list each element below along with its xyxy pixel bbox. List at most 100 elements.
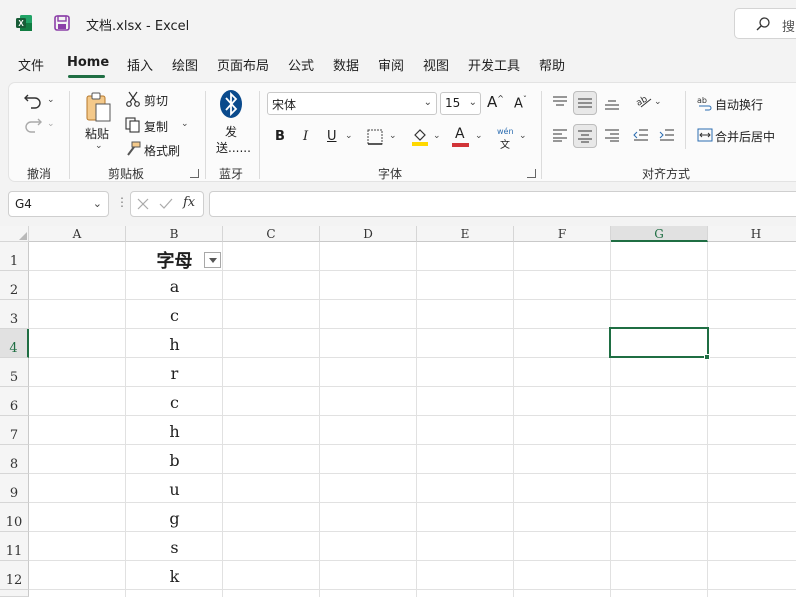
fill-color-dropdown-icon[interactable]: ⌄ bbox=[433, 131, 441, 141]
cancel-icon[interactable] bbox=[137, 198, 149, 210]
increase-indent-icon[interactable] bbox=[659, 128, 675, 142]
align-middle-button[interactable] bbox=[573, 91, 597, 115]
copy-dropdown-icon[interactable]: ⌄ bbox=[181, 119, 189, 129]
tab-page-layout[interactable]: 页面布局 bbox=[217, 55, 269, 74]
formula-input[interactable] bbox=[209, 191, 796, 217]
column-header-b[interactable]: B bbox=[126, 226, 223, 242]
redo-dropdown-icon[interactable]: ⌄ bbox=[47, 119, 55, 129]
redo-icon[interactable] bbox=[23, 115, 43, 133]
font-launcher-icon[interactable] bbox=[527, 169, 536, 178]
copy-icon[interactable] bbox=[125, 117, 141, 133]
phonetic-dropdown-icon[interactable]: ⌄ bbox=[519, 131, 527, 141]
font-color-button[interactable]: A bbox=[455, 126, 465, 142]
format-painter-icon[interactable] bbox=[125, 141, 141, 157]
decrease-font-size-icon[interactable]: Aˇ bbox=[514, 95, 527, 111]
tab-review[interactable]: 审阅 bbox=[378, 55, 404, 74]
undo-icon[interactable] bbox=[23, 91, 43, 109]
cut-button[interactable]: 剪切 bbox=[144, 92, 168, 109]
cell-b3[interactable]: c bbox=[126, 306, 223, 325]
cell-b10[interactable]: g bbox=[126, 509, 223, 528]
tab-home[interactable]: Home bbox=[67, 55, 109, 70]
wrap-text-button[interactable]: 自动换行 bbox=[715, 96, 763, 113]
cell-b12[interactable]: k bbox=[126, 567, 223, 586]
clipboard-launcher-icon[interactable] bbox=[190, 169, 199, 178]
bluetooth-icon[interactable] bbox=[219, 89, 243, 119]
font-size-select[interactable]: 15 ⌄ bbox=[440, 92, 481, 115]
cell-b5[interactable]: r bbox=[126, 364, 223, 383]
send-button-line2[interactable]: 送...... bbox=[216, 139, 251, 156]
tab-view[interactable]: 视图 bbox=[423, 55, 449, 74]
more-options-icon[interactable]: ⋮ bbox=[116, 195, 128, 209]
column-header-f[interactable]: F bbox=[514, 226, 611, 242]
cell-b8[interactable]: b bbox=[126, 451, 223, 470]
font-color-dropdown-icon[interactable]: ⌄ bbox=[475, 131, 483, 141]
row-header-4[interactable]: 4 bbox=[0, 329, 29, 358]
decrease-indent-icon[interactable] bbox=[633, 128, 649, 142]
undo-dropdown-icon[interactable]: ⌄ bbox=[47, 95, 55, 105]
borders-icon[interactable] bbox=[367, 129, 383, 145]
orientation-icon[interactable]: ab bbox=[635, 93, 653, 109]
row-header-5[interactable]: 5 bbox=[0, 358, 29, 387]
orientation-dropdown-icon[interactable]: ⌄ bbox=[654, 97, 662, 107]
align-left-icon[interactable] bbox=[552, 128, 568, 142]
row-header-3[interactable]: 3 bbox=[0, 300, 29, 329]
row-header-12[interactable]: 12 bbox=[0, 561, 29, 590]
cut-icon[interactable] bbox=[125, 91, 141, 107]
row-header-8[interactable]: 8 bbox=[0, 445, 29, 474]
row-header-13[interactable] bbox=[0, 590, 29, 597]
tab-file[interactable]: 文件 bbox=[18, 55, 44, 74]
phonetic-guide-top[interactable]: wén bbox=[497, 127, 514, 136]
cell-b9[interactable]: u bbox=[126, 480, 223, 499]
column-header-g[interactable]: G bbox=[611, 226, 708, 242]
row-header-10[interactable]: 10 bbox=[0, 503, 29, 532]
tab-help[interactable]: 帮助 bbox=[539, 55, 565, 74]
font-name-select[interactable]: 宋体 ⌄ bbox=[267, 92, 437, 115]
phonetic-guide-bottom[interactable]: 文 bbox=[500, 136, 510, 151]
cell-b7[interactable]: h bbox=[126, 422, 223, 441]
insert-function-button[interactable]: fx bbox=[183, 195, 195, 210]
save-icon[interactable] bbox=[53, 14, 71, 32]
paste-icon[interactable] bbox=[85, 91, 113, 123]
cell-b2[interactable]: a bbox=[126, 277, 223, 296]
underline-dropdown-icon[interactable]: ⌄ bbox=[345, 131, 353, 141]
tab-data[interactable]: 数据 bbox=[333, 55, 359, 74]
row-header-1[interactable]: 1 bbox=[0, 242, 29, 271]
row-header-2[interactable]: 2 bbox=[0, 271, 29, 300]
name-box[interactable]: G4 ⌄ bbox=[8, 191, 109, 217]
cell-b11[interactable]: s bbox=[126, 538, 223, 557]
paste-dropdown-icon[interactable]: ⌄ bbox=[95, 141, 103, 151]
fill-handle[interactable] bbox=[704, 354, 710, 360]
tab-formulas[interactable]: 公式 bbox=[288, 55, 314, 74]
column-header-a[interactable]: A bbox=[29, 226, 126, 242]
italic-button[interactable]: I bbox=[303, 129, 308, 144]
merge-center-icon[interactable] bbox=[697, 128, 713, 142]
search-box[interactable]: 搜 bbox=[734, 8, 796, 39]
select-all-corner[interactable] bbox=[0, 226, 29, 242]
column-header-d[interactable]: D bbox=[320, 226, 417, 242]
merge-center-button[interactable]: 合并后居中 bbox=[715, 128, 775, 145]
row-header-9[interactable]: 9 bbox=[0, 474, 29, 503]
column-header-h[interactable]: H bbox=[708, 226, 796, 242]
row-header-11[interactable]: 11 bbox=[0, 532, 29, 561]
format-painter-button[interactable]: 格式刷 bbox=[144, 142, 180, 159]
send-button-line1[interactable]: 发 bbox=[225, 123, 237, 140]
row-header-7[interactable]: 7 bbox=[0, 416, 29, 445]
fill-color-icon[interactable] bbox=[411, 127, 429, 147]
column-header-e[interactable]: E bbox=[417, 226, 514, 242]
cell-b4[interactable]: h bbox=[126, 335, 223, 354]
column-header-c[interactable]: C bbox=[223, 226, 320, 242]
filter-dropdown-button[interactable] bbox=[204, 252, 221, 268]
enter-icon[interactable] bbox=[159, 198, 173, 210]
selected-cell-g4[interactable] bbox=[609, 327, 709, 358]
paste-button[interactable]: 粘贴 bbox=[85, 125, 109, 142]
align-center-button[interactable] bbox=[573, 124, 597, 148]
row-header-6[interactable]: 6 bbox=[0, 387, 29, 416]
worksheet-grid[interactable]: A B C D E F G H 1 2 3 4 5 6 7 8 9 10 11 … bbox=[0, 226, 796, 597]
tab-draw[interactable]: 绘图 bbox=[172, 55, 198, 74]
borders-dropdown-icon[interactable]: ⌄ bbox=[389, 131, 397, 141]
align-bottom-icon[interactable] bbox=[604, 97, 620, 111]
align-top-icon[interactable] bbox=[552, 95, 568, 109]
bold-button[interactable]: B bbox=[275, 129, 285, 144]
increase-font-size-icon[interactable]: A^ bbox=[487, 93, 504, 111]
wrap-text-icon[interactable]: ab bbox=[697, 95, 713, 111]
